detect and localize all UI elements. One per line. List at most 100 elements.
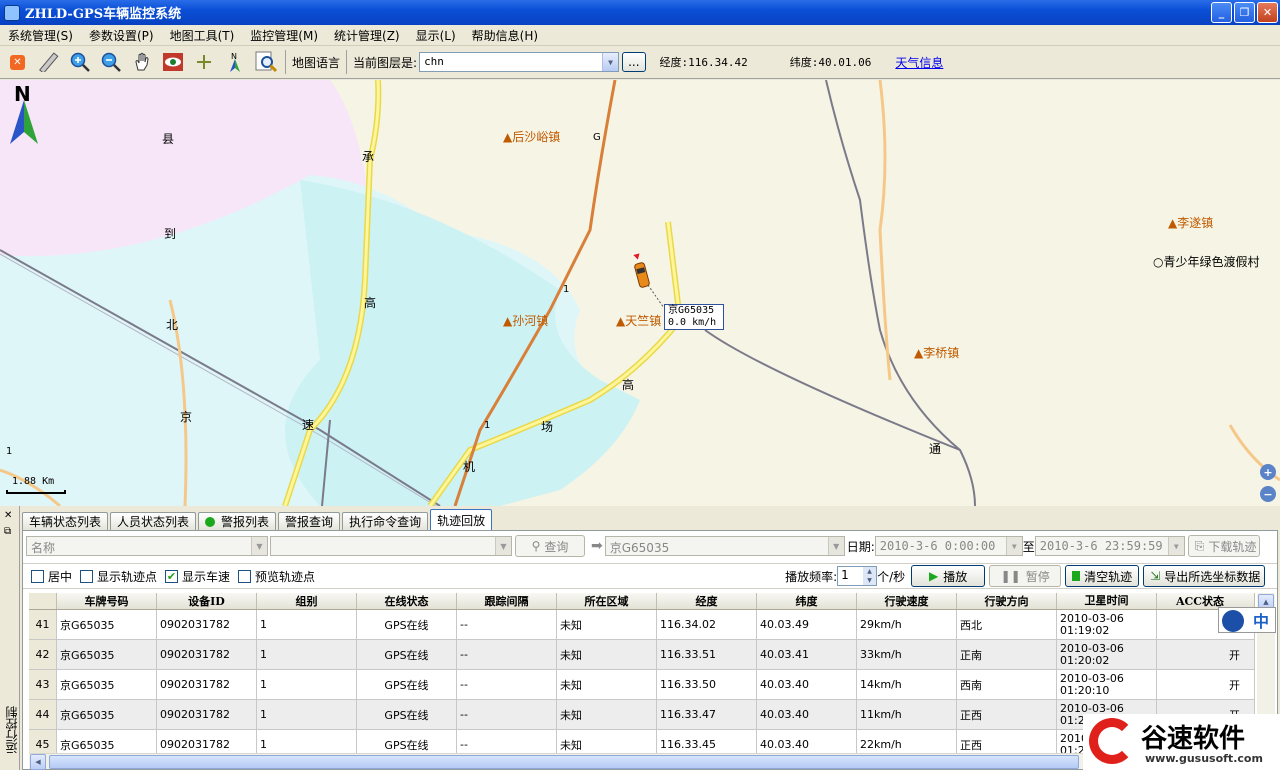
vehicle-marker[interactable] xyxy=(631,252,650,288)
longitude-readout: 经度:116.34.42 xyxy=(659,56,748,69)
menu-stats[interactable]: 统计管理(Z) xyxy=(326,27,408,44)
map-view[interactable]: N 县 承 到 高 北 京 速 1 1 高 场 机 通 G 1 ▲后沙峪镇 ▲孙… xyxy=(0,80,1280,506)
zoom-out-button[interactable] xyxy=(97,49,124,76)
stepper-arrows-icon[interactable]: ▲ ▼ xyxy=(863,567,877,585)
cell-online: GPS在线 xyxy=(357,640,457,669)
clear-track-button[interactable]: 清空轨迹 xyxy=(1065,565,1140,587)
tab-vehicle-status[interactable]: 车辆状态列表 xyxy=(22,512,109,530)
zoom-in-button[interactable] xyxy=(66,49,93,76)
rate-label: 播放频率: xyxy=(785,569,838,584)
show-points-checkbox[interactable] xyxy=(80,569,94,583)
play-button[interactable]: ▶ 播放 xyxy=(911,565,986,587)
table-row[interactable]: 43 京G65035 0902031782 1 GPS在线 -- 未知 116.… xyxy=(29,670,1255,700)
column-header[interactable]: 行驶方向 xyxy=(957,593,1057,609)
export-button[interactable]: ⇲ 导出所选坐标数据 xyxy=(1143,565,1266,587)
close-icon[interactable]: ✕ xyxy=(4,510,12,521)
layer-label: 当前图层是: xyxy=(353,55,418,70)
road-label: 通 xyxy=(929,442,942,456)
center-checkbox[interactable] xyxy=(31,569,44,583)
column-header[interactable]: 行驶速度 xyxy=(857,593,957,609)
minimize-button[interactable]: _ xyxy=(1211,2,1232,23)
map-zoom-out-icon[interactable]: − xyxy=(1260,486,1276,502)
menu-map-tools[interactable]: 地图工具(T) xyxy=(162,27,243,44)
compass-icon: N xyxy=(229,52,240,72)
menu-params[interactable]: 参数设置(P) xyxy=(81,27,162,44)
town-name: 李桥镇 xyxy=(923,346,960,360)
column-header[interactable]: 车牌号码 xyxy=(57,593,157,609)
clear-map-button[interactable]: ✕ xyxy=(4,49,31,76)
chevron-down-icon[interactable]: ▼ xyxy=(602,53,619,71)
download-track-button[interactable]: ⎘ 下载轨迹 xyxy=(1187,535,1260,557)
query-label: 查询 xyxy=(544,539,569,554)
chevron-down-icon[interactable]: ▼ xyxy=(1005,537,1022,555)
watermark-text: 谷速软件 xyxy=(1141,724,1246,754)
column-header[interactable]: 所在区域 xyxy=(557,593,657,609)
to-label: 至 xyxy=(1022,539,1035,554)
row-number: 42 xyxy=(29,640,57,669)
scroll-thumb[interactable] xyxy=(49,755,1079,769)
tab-alarm-list[interactable]: 警报列表 xyxy=(198,512,277,530)
tab-person-status[interactable]: 人员状态列表 xyxy=(110,512,197,530)
table-row[interactable]: 41 京G65035 0902031782 1 GPS在线 -- 未知 116.… xyxy=(29,610,1255,640)
search-map-button[interactable] xyxy=(252,49,279,76)
start-date-picker[interactable]: 2010-3-6 0:00:00 ▼ xyxy=(874,536,1023,556)
query-button[interactable]: ⚲ 查询 xyxy=(515,535,585,557)
export-label: 导出所选坐标数据 xyxy=(1164,569,1261,584)
show-speed-checkbox[interactable]: ✔ xyxy=(165,569,179,583)
measure-button[interactable] xyxy=(35,49,62,76)
name-select[interactable]: 名称 ▼ xyxy=(26,536,268,556)
dock-icon[interactable]: ⧉ xyxy=(4,526,11,537)
table-horizontal-scrollbar[interactable]: ◀ xyxy=(29,753,1255,770)
tab-track-playback[interactable]: 轨迹回放 xyxy=(430,509,493,530)
pause-button[interactable]: ❚❚ 暂停 xyxy=(989,565,1062,587)
chevron-down-icon[interactable]: ▼ xyxy=(495,537,511,555)
table-row[interactable]: 44 京G65035 0902031782 1 GPS在线 -- 未知 116.… xyxy=(29,700,1255,730)
town-label: ▲天竺镇 xyxy=(616,314,662,328)
layer-select[interactable]: chn ▼ xyxy=(419,52,620,72)
vehicle-callout[interactable]: 京G65035 0.0 km/h xyxy=(664,304,724,330)
cell-longitude: 116.33.50 xyxy=(657,670,757,699)
menu-display[interactable]: 显示(L) xyxy=(408,27,464,44)
railway xyxy=(825,80,976,506)
add-point-button[interactable] xyxy=(190,49,217,76)
tab-command-query[interactable]: 执行命令查询 xyxy=(342,512,429,530)
column-header[interactable]: 纬度 xyxy=(757,593,857,609)
clear-track-icon xyxy=(1072,571,1081,581)
chevron-down-icon[interactable]: ▼ xyxy=(251,537,267,555)
chevron-down-icon[interactable]: ▼ xyxy=(1167,537,1184,555)
rate-stepper[interactable]: 1 ▲ ▼ xyxy=(837,566,878,586)
column-header[interactable]: 组别 xyxy=(257,593,357,609)
end-date-picker[interactable]: 2010-3-6 23:59:59 ▼ xyxy=(1034,536,1185,556)
cell-plate: 京G65035 xyxy=(57,640,157,669)
run-control-strip: ✕ ⧉ 运行控制 xyxy=(0,506,20,770)
menu-monitor[interactable]: 监控管理(M) xyxy=(242,27,326,44)
ime-indicator[interactable]: 中 xyxy=(1218,607,1276,633)
column-header[interactable]: 在线状态 xyxy=(357,593,457,609)
eye-view-button[interactable] xyxy=(159,49,186,76)
close-button[interactable]: ✕ xyxy=(1257,2,1278,23)
map-zoom-in-icon[interactable]: + xyxy=(1260,464,1276,480)
run-control-label[interactable]: 运行控制 xyxy=(3,706,20,754)
town-name: 孙河镇 xyxy=(512,314,549,328)
north-button[interactable]: N xyxy=(221,49,248,76)
chevron-down-icon[interactable]: ▼ xyxy=(827,537,844,555)
column-header[interactable]: 卫星时间 xyxy=(1057,593,1157,609)
map-language-button[interactable]: 地图语言 xyxy=(292,54,340,71)
table-row[interactable]: 42 京G65035 0902031782 1 GPS在线 -- 未知 116.… xyxy=(29,640,1255,670)
row-number: 44 xyxy=(29,700,57,729)
column-header[interactable]: 设备ID xyxy=(157,593,257,609)
weather-link[interactable]: 天气信息 xyxy=(895,54,943,71)
plate-select[interactable]: 京G65035 ▼ xyxy=(604,536,845,556)
tab-alarm-query[interactable]: 警报查询 xyxy=(278,512,341,530)
pan-button[interactable] xyxy=(128,49,155,76)
column-header[interactable]: 跟踪间隔 xyxy=(457,593,557,609)
column-header[interactable]: 经度 xyxy=(657,593,757,609)
preview-points-checkbox[interactable] xyxy=(238,569,252,583)
scroll-left-icon[interactable]: ◀ xyxy=(30,754,46,770)
vehicle-select[interactable]: ▼ xyxy=(270,536,512,556)
callout-leader xyxy=(647,284,665,309)
restore-button[interactable]: ❐ xyxy=(1234,2,1255,23)
menu-system[interactable]: 系统管理(S) xyxy=(0,27,81,44)
menu-help[interactable]: 帮助信息(H) xyxy=(464,27,546,44)
layer-browse-button[interactable]: ... xyxy=(622,52,646,72)
